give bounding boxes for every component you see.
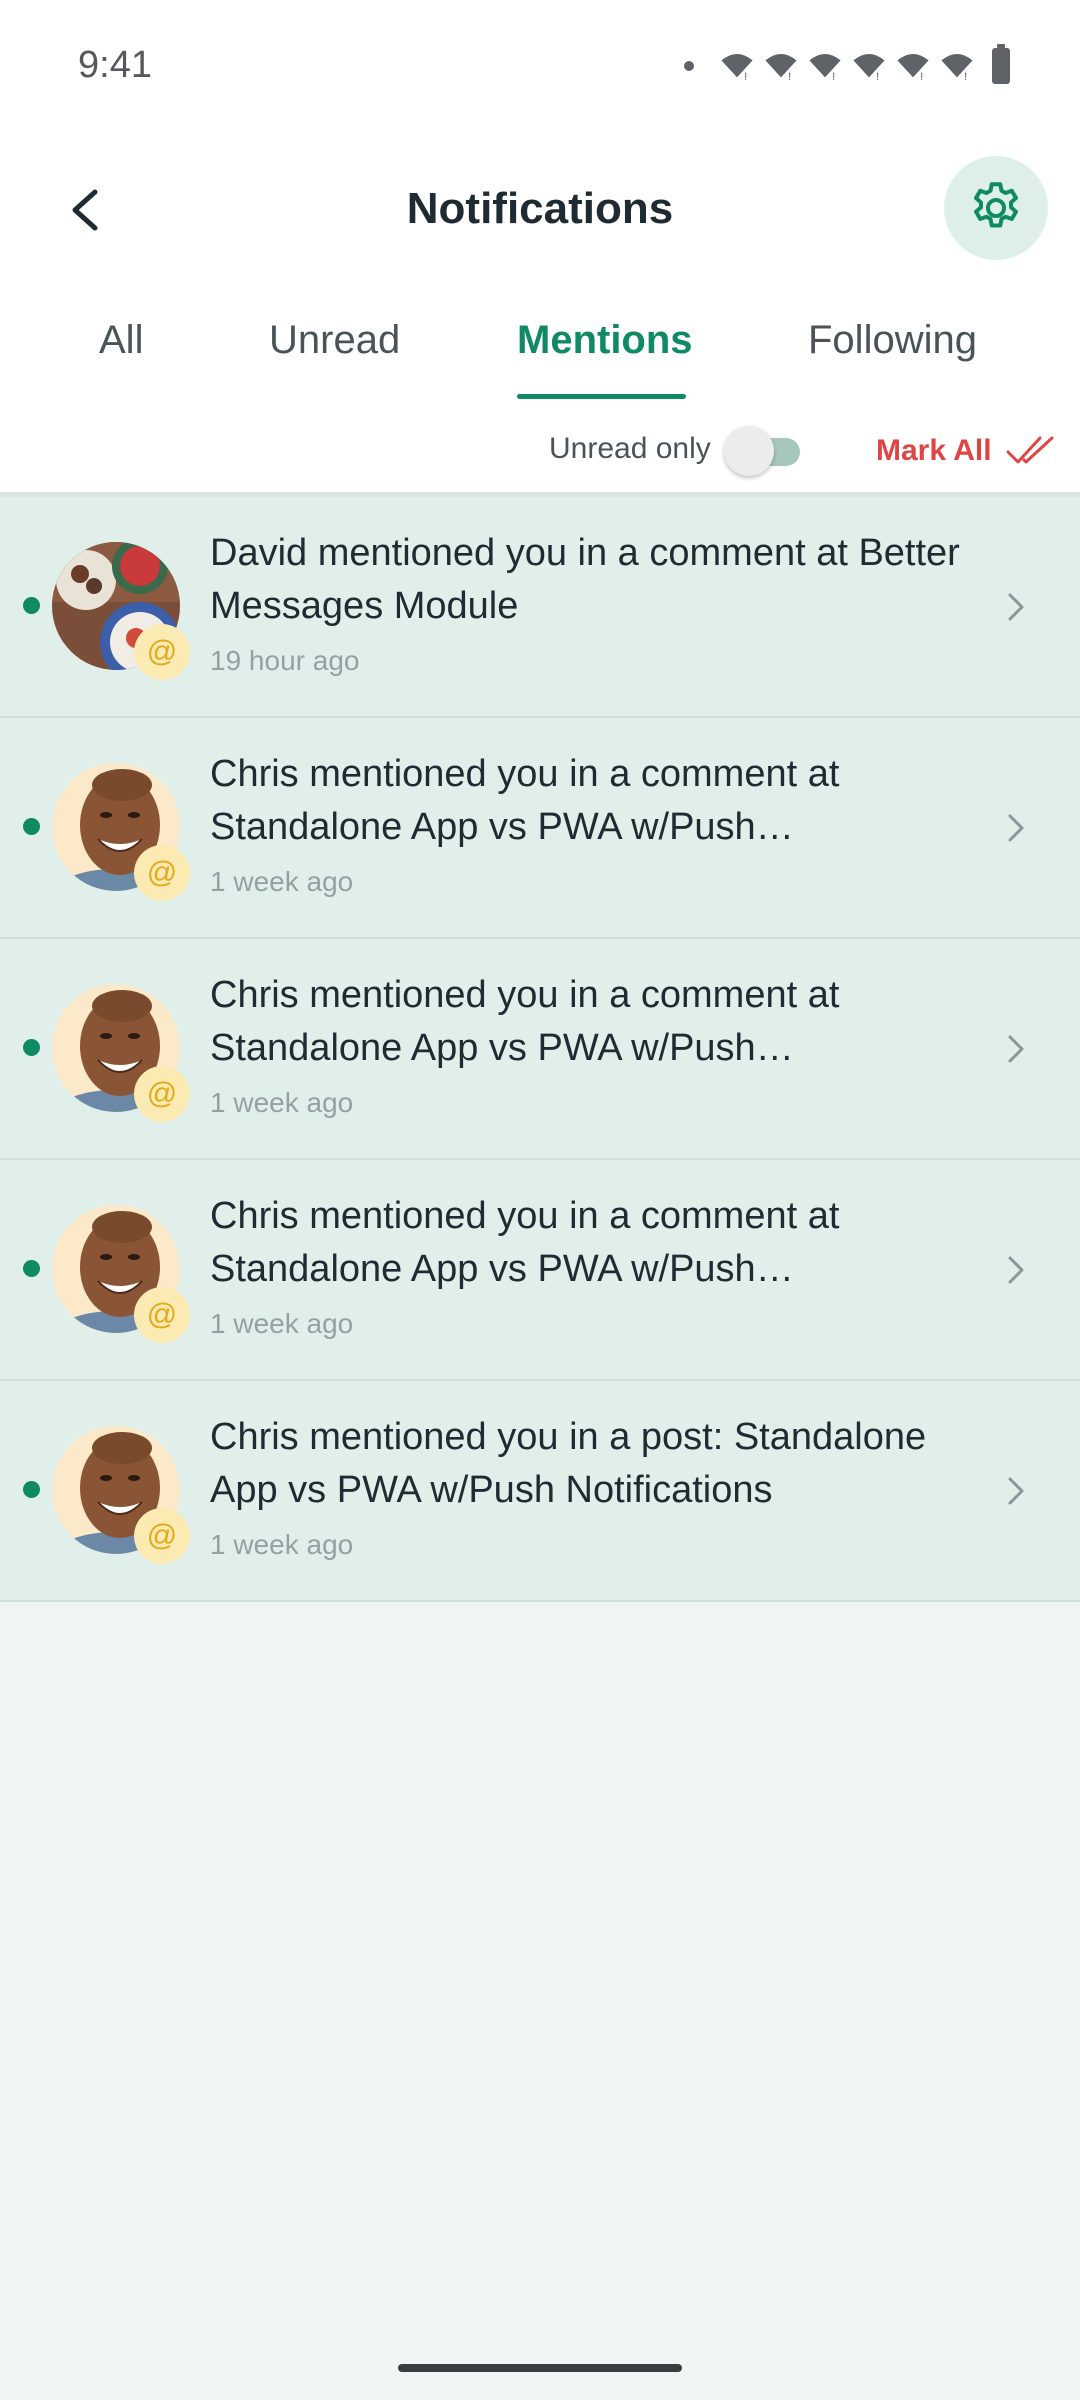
notification-message: Chris mentioned you in a comment at Stan… (210, 974, 840, 1069)
chevron-right-icon (1008, 1477, 1024, 1505)
svg-text:!: ! (832, 71, 835, 83)
status-time: 9:41 (78, 44, 152, 86)
notification-content: Chris mentioned you in a comment at Stan… (210, 969, 970, 1119)
tab-following[interactable]: Following (808, 318, 977, 363)
notification-item[interactable]: @ David mentioned you in a comment at Be… (0, 497, 1080, 718)
settings-button[interactable] (944, 156, 1048, 260)
wifi-icon: ! (941, 53, 973, 83)
notification-content: Chris mentioned you in a comment at Stan… (210, 1190, 970, 1340)
notification-time: 1 week ago (210, 1308, 354, 1339)
notification-message: David mentioned you in a comment at Bett… (210, 532, 960, 627)
tab-all[interactable]: All (99, 318, 143, 363)
notification-dot-icon (684, 61, 694, 71)
mention-badge: @ (134, 1066, 190, 1122)
unread-indicator (23, 1039, 40, 1056)
active-tab-indicator (517, 394, 686, 399)
notification-content: Chris mentioned you in a post: Standalon… (210, 1411, 970, 1561)
status-bar: 9:41 ! ! ! ! ! ! (0, 0, 1080, 130)
mention-badge: @ (134, 1287, 190, 1343)
wifi-icon: ! (765, 53, 797, 83)
page-title: Notifications (406, 184, 674, 233)
chevron-right-icon (1008, 1256, 1024, 1284)
toggle-thumb (724, 426, 774, 476)
tab-bar: All Unread Mentions Following (0, 300, 1080, 400)
svg-text:!: ! (876, 71, 879, 83)
wifi-icon: ! (897, 53, 929, 83)
notification-item[interactable]: @ Chris mentioned you in a post: Standal… (0, 1381, 1080, 1602)
double-check-icon (1006, 436, 1054, 464)
mark-all-label: Mark All (876, 434, 992, 467)
tab-unread[interactable]: Unread (269, 318, 400, 363)
chevron-right-icon (1008, 814, 1024, 842)
notification-content: David mentioned you in a comment at Bett… (210, 527, 970, 677)
tab-mentions[interactable]: Mentions (517, 318, 693, 363)
notification-time: 1 week ago (210, 866, 354, 897)
notification-item[interactable]: @ Chris mentioned you in a comment at St… (0, 1160, 1080, 1381)
unread-indicator (23, 1481, 40, 1498)
notification-message: Chris mentioned you in a post: Standalon… (210, 1416, 927, 1511)
unread-indicator (23, 1260, 40, 1277)
notification-time: 19 hour ago (210, 645, 360, 676)
wifi-icon: ! (853, 53, 885, 83)
notification-time: 1 week ago (210, 1529, 354, 1560)
notification-item[interactable]: @ Chris mentioned you in a comment at St… (0, 718, 1080, 939)
notification-message: Chris mentioned you in a comment at Stan… (210, 753, 840, 848)
gear-icon (974, 182, 1018, 228)
chevron-right-icon (1008, 593, 1024, 621)
filter-row: Unread only Mark All (0, 410, 1080, 490)
notification-message: Chris mentioned you in a comment at Stan… (210, 1195, 840, 1290)
notification-item[interactable]: @ Chris mentioned you in a comment at St… (0, 939, 1080, 1160)
unread-indicator (23, 818, 40, 835)
status-icons: ! ! ! ! ! ! (684, 44, 1010, 86)
mention-badge: @ (134, 624, 190, 680)
wifi-icon: ! (809, 53, 841, 83)
chevron-right-icon (1008, 1035, 1024, 1063)
mention-badge: @ (134, 1508, 190, 1564)
svg-text:!: ! (744, 71, 747, 83)
gesture-nav-handle[interactable] (398, 2364, 682, 2372)
svg-text:!: ! (920, 71, 923, 83)
battery-icon (992, 44, 1010, 84)
notification-time: 1 week ago (210, 1087, 354, 1118)
svg-text:!: ! (788, 71, 791, 83)
notification-list: @ David mentioned you in a comment at Be… (0, 497, 1080, 1602)
notification-content: Chris mentioned you in a comment at Stan… (210, 748, 970, 898)
mention-badge: @ (134, 845, 190, 901)
unread-only-label: Unread only (549, 432, 711, 465)
unread-indicator (23, 597, 40, 614)
svg-text:!: ! (964, 71, 967, 83)
wifi-icon: ! (721, 53, 753, 83)
unread-only-toggle[interactable] (724, 424, 806, 476)
header: Notifications (0, 150, 1080, 270)
mark-all-button[interactable]: Mark All (876, 424, 1054, 478)
